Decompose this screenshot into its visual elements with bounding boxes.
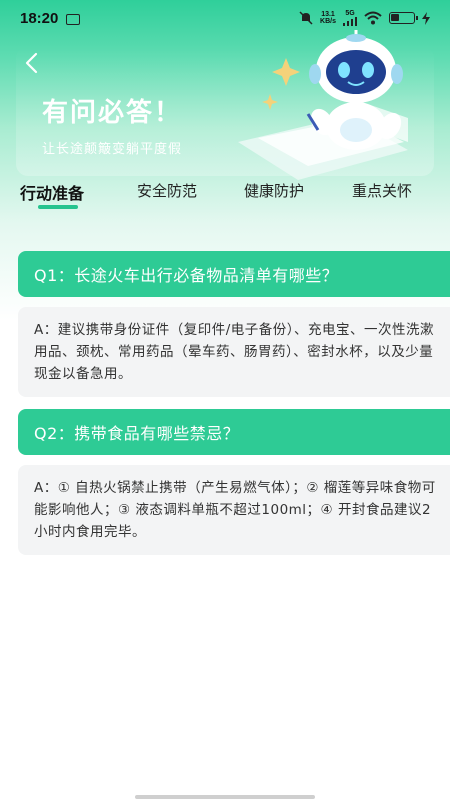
banner-title: 有问必答！ [42,98,183,128]
network-speed-value: 13.1 [321,11,335,18]
tab-preparation[interactable]: 行动准备 [20,180,84,204]
banner-subtitle: 让长途颠簸变躺平度假 [42,142,183,157]
battery-icon [389,12,418,24]
status-icons: 13.1 KB/s 5G [299,10,430,26]
back-button[interactable] [22,52,42,74]
active-tab-indicator [38,205,78,209]
network-speed-unit: KB/s [320,18,336,25]
robot-mascot-icon [238,30,408,180]
answer-card-2: A：① 自热火锅禁止携带（产生易燃气体）；② 榴莲等异味食物可能影响他人；③ 液… [18,465,450,555]
signal-bars-icon [343,17,357,26]
home-indicator[interactable] [135,795,315,799]
message-notification-icon [66,13,81,25]
answer-card-1: A：建议携带身份证件（复印件/电子备份）、充电宝、一次性洗漱用品、颈枕、常用药品… [18,307,450,397]
tab-health[interactable]: 健康防护 [244,180,304,201]
network-speed: 13.1 KB/s [320,11,336,25]
mute-icon [299,11,313,25]
tab-care[interactable]: 重点关怀 [352,180,412,201]
signal-label: 5G [345,10,355,17]
cellular-signal-icon: 5G [343,10,357,26]
status-time: 18:20 [20,9,59,27]
question-card-2[interactable]: Q2：携带食品有哪些禁忌？ [18,409,450,455]
question-card-1[interactable]: Q1：长途火车出行必备物品清单有哪些？ [18,251,450,297]
wifi-icon [364,11,382,25]
tab-safety[interactable]: 安全防范 [137,180,197,201]
charging-icon [422,11,430,25]
